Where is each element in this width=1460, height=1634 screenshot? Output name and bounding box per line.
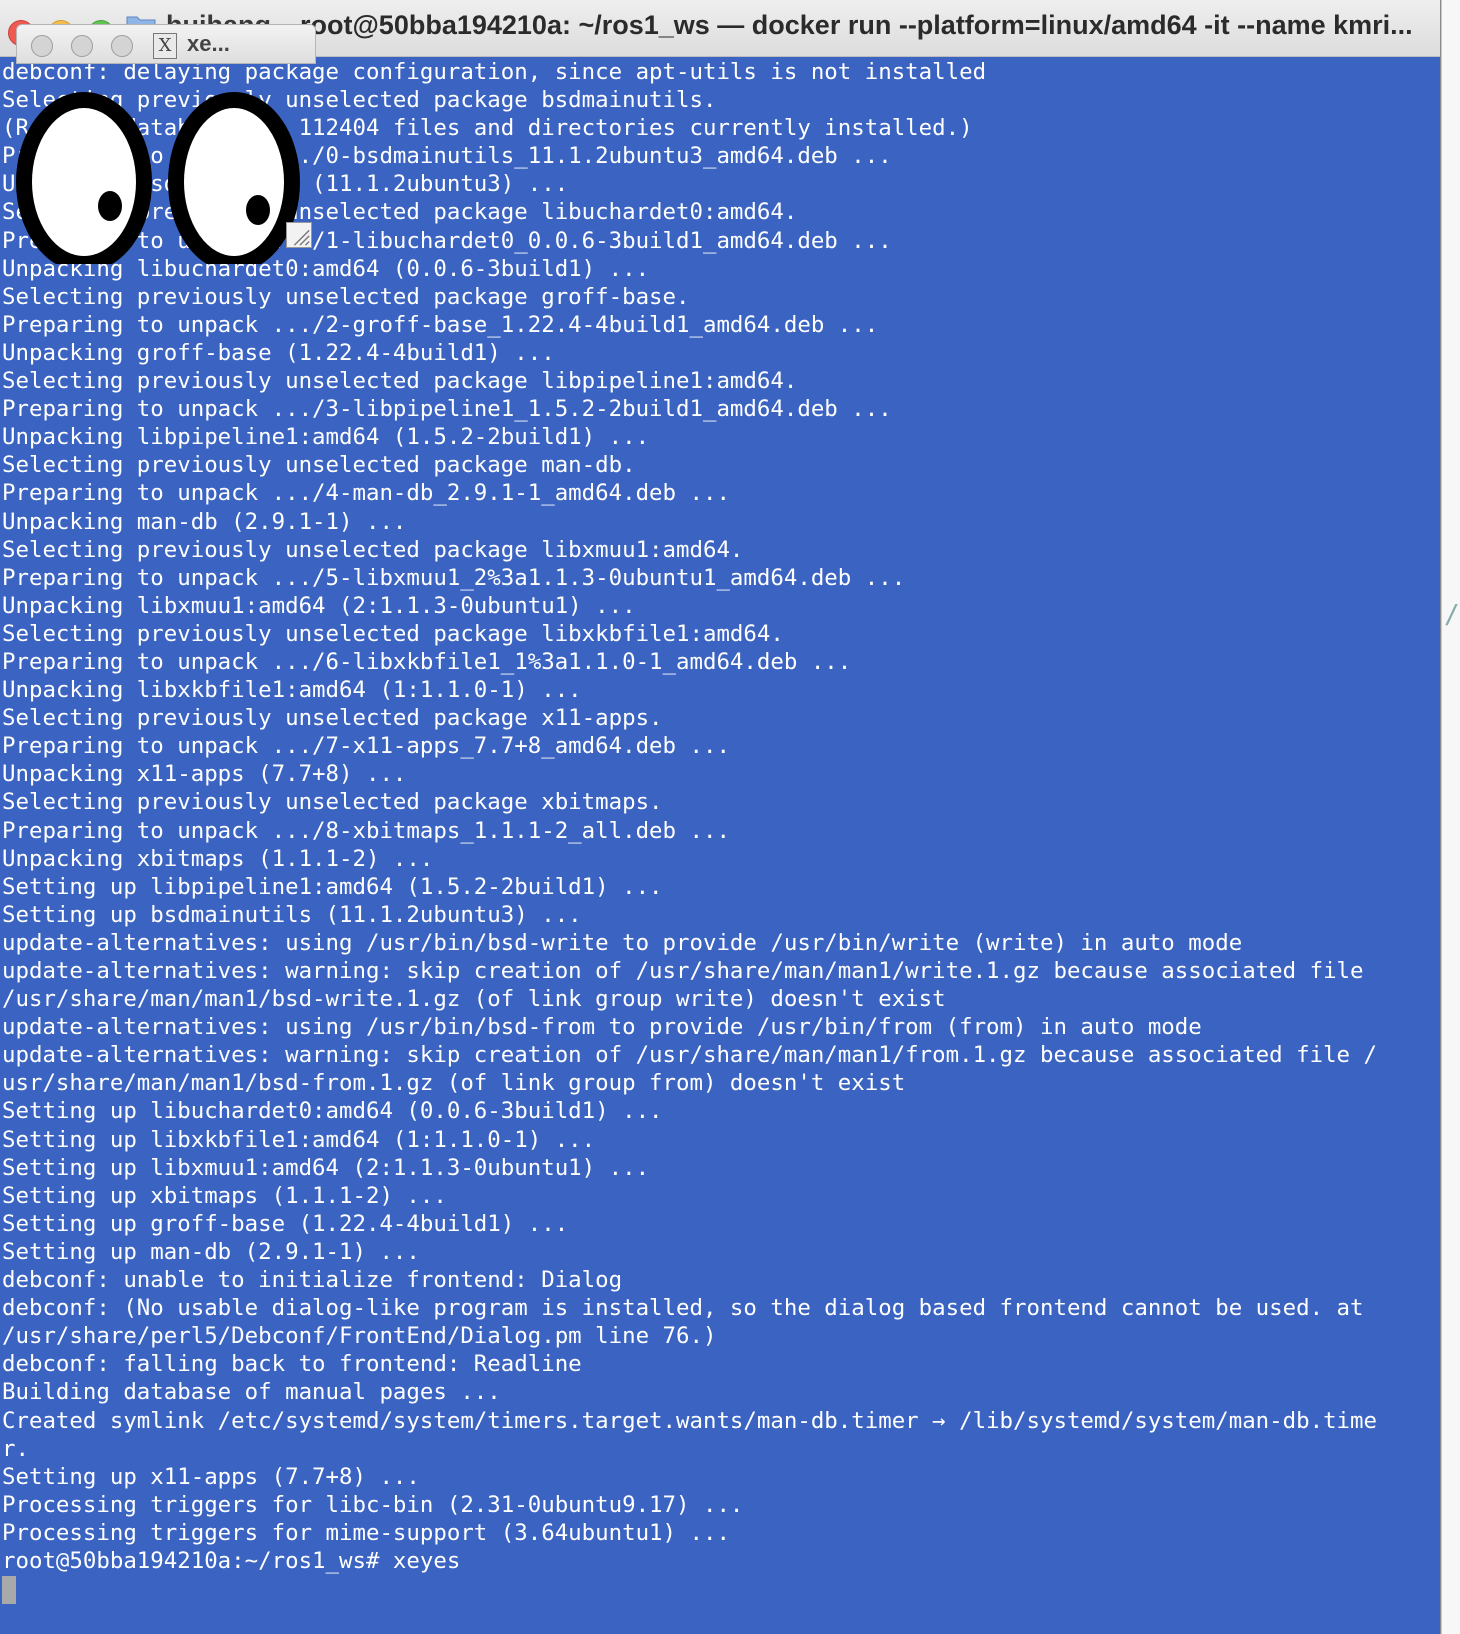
terminal-output[interactable]: debconf: delaying package configuration,…	[2, 58, 1438, 1575]
xeyes-minimize-icon[interactable]	[71, 35, 93, 57]
terminal-cursor	[2, 1576, 16, 1604]
terminal-line: Selecting previously unselected package …	[2, 620, 784, 647]
background-glyph: /	[1444, 600, 1460, 630]
terminal-line: Building database of manual pages ...	[2, 1379, 501, 1406]
terminal-line: Setting up x11-apps (7.7+8) ...	[2, 1463, 420, 1490]
terminal-line: Unpacking libpipeline1:amd64 (1.5.2-2bui…	[2, 424, 650, 451]
xeyes-close-icon[interactable]	[31, 35, 53, 57]
xeyes-title: xe...	[187, 31, 230, 56]
terminal-line: Setting up man-db (2.9.1-1) ...	[2, 1238, 420, 1265]
xeyes-eyes	[16, 92, 300, 264]
terminal-line: Selecting previously unselected package …	[2, 368, 798, 395]
terminal-line: update-alternatives: using /usr/bin/bsd-…	[2, 1014, 1202, 1041]
terminal-line: update-alternatives: warning: skip creat…	[2, 958, 1364, 984]
terminal-line: Created symlink /etc/systemd/system/time…	[2, 1407, 1377, 1434]
terminal-line: root@50bba194210a:~/ros1_ws# xeyes	[2, 1547, 461, 1574]
terminal-line: Selecting previously unselected package …	[2, 452, 636, 479]
terminal-line: Preparing to unpack .../7-x11-apps_7.7+8…	[2, 733, 730, 760]
terminal-line: update-alternatives: warning: skip creat…	[2, 1042, 1377, 1069]
terminal-line: Setting up libxmuu1:amd64 (2:1.1.3-0ubun…	[2, 1154, 650, 1181]
xeyes-window[interactable]: X xe...	[16, 24, 316, 264]
xeyes-zoom-icon[interactable]	[111, 35, 133, 57]
terminal-line: Setting up libpipeline1:amd64 (1.5.2-2bu…	[2, 873, 663, 900]
terminal-line: Unpacking x11-apps (7.7+8) ...	[2, 761, 407, 788]
terminal-line: debconf: (No usable dialog-like program …	[2, 1295, 1364, 1322]
terminal-line: Setting up libxkbfile1:amd64 (1:1.1.0-1)…	[2, 1126, 596, 1153]
terminal-line: Unpacking libxmuu1:amd64 (2:1.1.3-0ubunt…	[2, 592, 636, 619]
left-pupil-icon	[98, 191, 122, 221]
terminal-line: Selecting previously unselected package …	[2, 789, 663, 816]
terminal-line: Setting up groff-base (1.22.4-4build1) .…	[2, 1210, 569, 1237]
terminal-line: Preparing to unpack .../3-libpipeline1_1…	[2, 396, 892, 423]
terminal-line: Unpacking man-db (2.9.1-1) ...	[2, 508, 407, 535]
window-title: root@50bba194210a: ~/ros1_ws — docker ru…	[300, 10, 1413, 40]
xeyes-titlebar[interactable]: X xe...	[16, 24, 316, 64]
right-eye-white	[168, 92, 300, 264]
terminal-line: Selecting previously unselected package …	[2, 283, 690, 310]
terminal-line: Setting up bsdmainutils (11.1.2ubuntu3) …	[2, 901, 582, 928]
terminal-line: Unpacking groff-base (1.22.4-4build1) ..…	[2, 339, 555, 366]
screen: / huihang root@50bba194210a: ~/ros1_ws —…	[0, 0, 1460, 1634]
terminal-line: /usr/share/perl5/Debconf/FrontEnd/Dialog…	[2, 1323, 717, 1350]
terminal-line: Unpacking xbitmaps (1.1.1-2) ...	[2, 845, 434, 872]
left-eye-white	[16, 92, 152, 264]
terminal-line: Processing triggers for mime-support (3.…	[2, 1519, 730, 1546]
terminal-line: Preparing to unpack .../8-xbitmaps_1.1.1…	[2, 817, 730, 844]
terminal-line: Preparing to unpack .../4-man-db_2.9.1-1…	[2, 480, 730, 507]
terminal-line: update-alternatives: using /usr/bin/bsd-…	[2, 929, 1243, 956]
right-pupil-icon	[246, 195, 270, 225]
x11-logo-icon: X	[153, 33, 177, 59]
background-window-edge: /	[1441, 0, 1460, 1634]
terminal-line: /usr/share/man/man1/bsd-write.1.gz (of l…	[2, 986, 946, 1013]
terminal-line: Setting up xbitmaps (1.1.1-2) ...	[2, 1182, 447, 1209]
terminal-line: Selecting previously unselected package …	[2, 705, 663, 732]
terminal-line: Preparing to unpack .../6-libxkbfile1_1%…	[2, 648, 852, 675]
terminal-line: usr/share/man/man1/bsd-from.1.gz (of lin…	[2, 1070, 906, 1097]
resize-grip-icon[interactable]	[286, 222, 312, 248]
terminal-line: debconf: falling back to frontend: Readl…	[2, 1351, 582, 1378]
terminal-line: r.	[2, 1435, 29, 1462]
terminal-line: debconf: unable to initialize frontend: …	[2, 1267, 623, 1294]
terminal-line: Preparing to unpack .../5-libxmuu1_2%3a1…	[2, 564, 906, 591]
terminal-line: Setting up libuchardet0:amd64 (0.0.6-3bu…	[2, 1098, 663, 1125]
terminal-line: Selecting previously unselected package …	[2, 536, 744, 563]
terminal-line: Processing triggers for libc-bin (2.31-0…	[2, 1491, 744, 1518]
terminal-line: Preparing to unpack .../2-groff-base_1.2…	[2, 311, 879, 338]
terminal-line: Unpacking libxkbfile1:amd64 (1:1.1.0-1) …	[2, 677, 582, 704]
